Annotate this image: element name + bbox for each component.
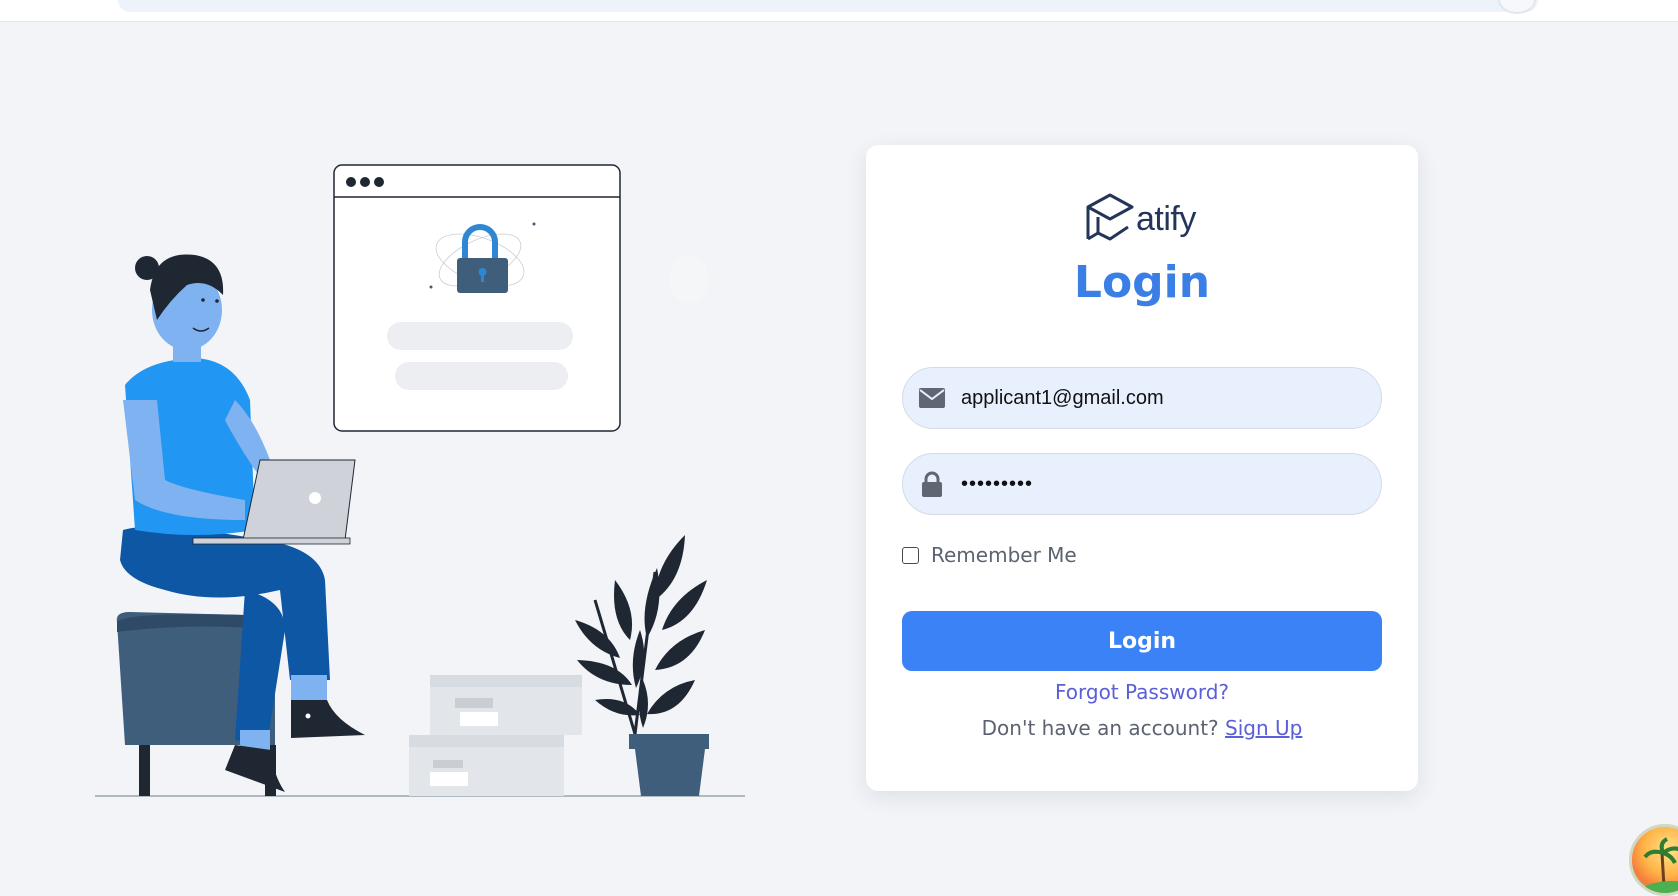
page-title: Login (1073, 257, 1211, 308)
faded-shape (669, 255, 709, 303)
email-input[interactable] (961, 386, 1361, 410)
email-field[interactable] (902, 367, 1382, 429)
search-bar[interactable] (118, 0, 1538, 12)
login-card: atify Login Remember Me Login Forgot Pas… (866, 145, 1418, 791)
login-illustration (95, 164, 745, 797)
browser-window-illustration (333, 164, 621, 432)
signup-link[interactable]: Sign Up (1225, 716, 1302, 740)
brand-logo: atify (1084, 193, 1196, 245)
remember-me-label[interactable]: Remember Me (931, 543, 1077, 567)
password-input[interactable] (961, 472, 1361, 496)
logo-text: atify (1136, 199, 1196, 238)
plant-icon (575, 535, 709, 796)
envelope-icon (917, 383, 947, 413)
storage-box-icon (409, 675, 582, 796)
signup-prompt-text: Don't have an account? (981, 716, 1219, 740)
signup-prompt-line: Don't have an account? Sign Up (866, 716, 1418, 740)
top-bar (0, 0, 1678, 22)
floating-avatar-icon[interactable] (1629, 824, 1678, 896)
remember-me[interactable]: Remember Me (902, 543, 1077, 567)
graduation-cap-logo-icon (1086, 193, 1134, 241)
forgot-password-link[interactable]: Forgot Password? (866, 680, 1418, 704)
login-button[interactable]: Login (902, 611, 1382, 671)
lock-icon (917, 469, 947, 499)
remember-me-checkbox[interactable] (902, 546, 919, 564)
password-field[interactable] (902, 453, 1382, 515)
